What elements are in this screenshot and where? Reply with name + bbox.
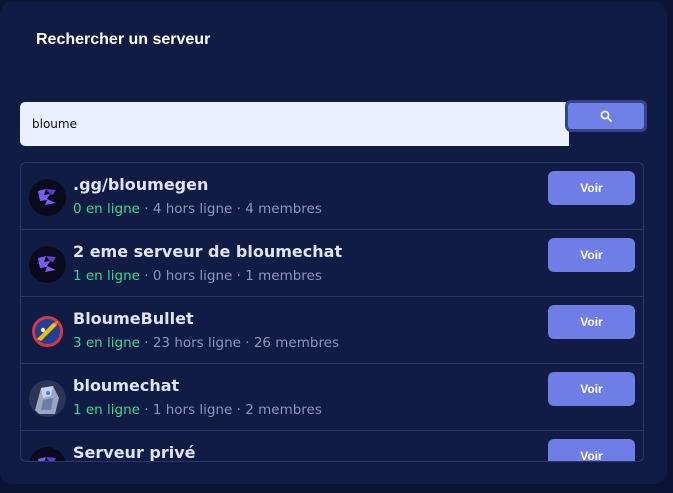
view-button[interactable]: Voir — [548, 238, 635, 272]
server-stats: 1 en ligne · 0 hors ligne · 1 membres — [73, 268, 322, 284]
server-avatar — [29, 380, 66, 417]
server-row: Serveur privé Voir — [21, 431, 643, 462]
stats-separator: · — [139, 402, 153, 418]
stats-separator: · — [139, 201, 153, 217]
robot-avatar-icon — [29, 380, 66, 417]
member-count: 4 membres — [245, 201, 322, 217]
server-stats: 3 en ligne · 23 hors ligne · 26 membres — [73, 335, 339, 351]
server-name: bloumechat — [73, 376, 180, 395]
stats-separator: · — [232, 201, 246, 217]
search-button[interactable] — [565, 100, 647, 132]
view-button[interactable]: Voir — [548, 372, 635, 406]
server-avatar — [29, 246, 66, 283]
online-count: 3 en ligne — [73, 335, 140, 351]
stats-separator: · — [232, 402, 246, 418]
offline-count: 1 hors ligne — [152, 402, 233, 418]
view-button[interactable]: Voir — [548, 305, 635, 339]
server-name: 2 eme serveur de bloumechat — [73, 242, 343, 261]
search-input[interactable] — [20, 102, 569, 146]
search-server-panel: Rechercher un serveur .gg/bloumegen 0 en… — [0, 2, 667, 484]
purple-hexagon-logo-icon — [29, 179, 66, 216]
server-row: BloumeBullet 3 en ligne · 23 hors ligne … — [21, 297, 643, 364]
server-stats: 0 en ligne · 4 hors ligne · 4 membres — [73, 201, 322, 217]
stats-separator: · — [232, 268, 246, 284]
stats-separator: · — [139, 268, 153, 284]
online-count: 1 en ligne — [73, 268, 140, 284]
view-button[interactable]: Voir — [548, 439, 635, 461]
server-name: Serveur privé — [73, 443, 196, 462]
view-button[interactable]: Voir — [548, 171, 635, 205]
server-avatar — [29, 179, 66, 216]
offline-count: 0 hors ligne — [152, 268, 233, 284]
server-list[interactable]: .gg/bloumegen 0 en ligne · 4 hors ligne … — [20, 162, 644, 462]
offline-count: 23 hors ligne — [152, 335, 241, 351]
server-avatar — [29, 447, 66, 461]
stats-separator: · — [139, 335, 153, 351]
server-stats: 1 en ligne · 1 hors ligne · 2 membres — [73, 402, 322, 418]
bullet-logo-icon — [32, 316, 63, 347]
server-row: .gg/bloumegen 0 en ligne · 4 hors ligne … — [21, 163, 643, 230]
server-name: BloumeBullet — [73, 309, 194, 328]
offline-count: 4 hors ligne — [152, 201, 233, 217]
search-icon — [600, 110, 612, 122]
server-name: .gg/bloumegen — [73, 175, 209, 194]
server-avatar — [29, 313, 66, 350]
member-count: 2 membres — [245, 402, 322, 418]
server-row: bloumechat 1 en ligne · 1 hors ligne · 2… — [21, 364, 643, 431]
purple-hexagon-logo-icon — [29, 447, 66, 461]
purple-hexagon-logo-icon — [29, 246, 66, 283]
stats-separator: · — [240, 335, 254, 351]
member-count: 1 membres — [245, 268, 322, 284]
online-count: 0 en ligne — [73, 201, 140, 217]
member-count: 26 membres — [253, 335, 340, 351]
online-count: 1 en ligne — [73, 402, 140, 418]
panel-title: Rechercher un serveur — [36, 31, 211, 48]
server-row: 2 eme serveur de bloumechat 1 en ligne ·… — [21, 230, 643, 297]
